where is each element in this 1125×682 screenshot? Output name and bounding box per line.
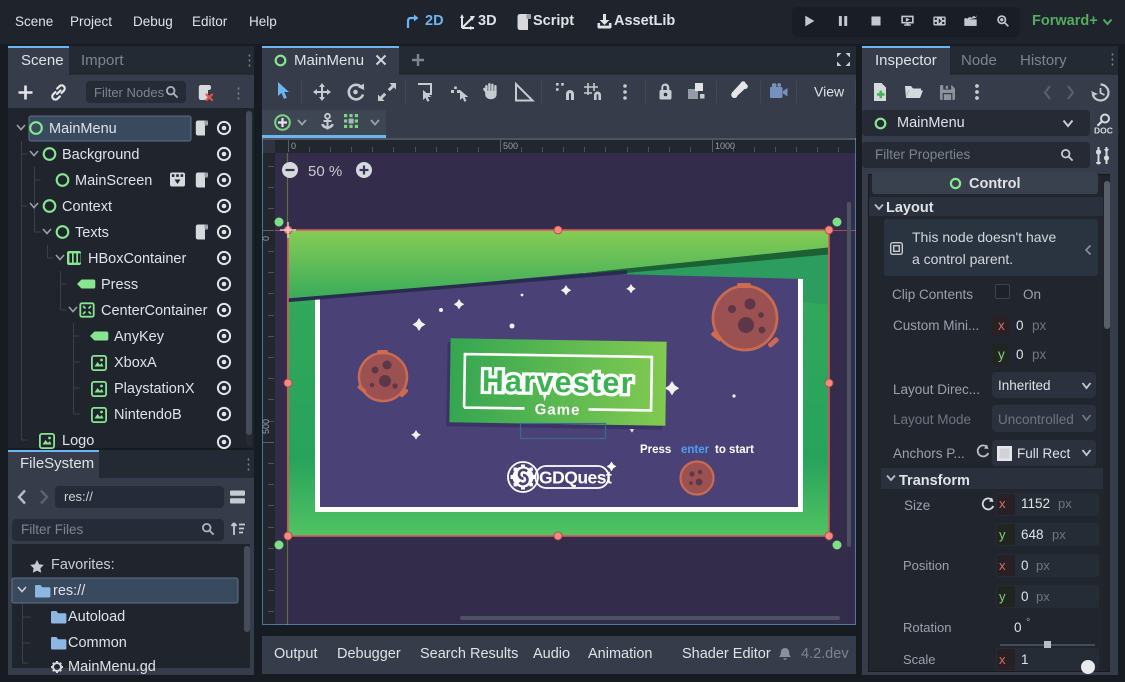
svg-text:GDQuest: GDQuest xyxy=(539,468,612,488)
svg-text:50 %: 50 % xyxy=(308,163,342,180)
svg-text:View: View xyxy=(814,84,845,100)
svg-text:1000: 1000 xyxy=(715,141,735,151)
svg-text:500: 500 xyxy=(503,141,518,151)
svg-text:to start: to start xyxy=(715,444,754,456)
svg-text:0: 0 xyxy=(291,141,296,151)
svg-text:Press: Press xyxy=(640,444,671,456)
svg-text:0: 0 xyxy=(261,236,271,241)
svg-text:enter: enter xyxy=(681,444,710,456)
svg-text:Game: Game xyxy=(535,401,581,419)
svg-text:Harvester: Harvester xyxy=(482,365,634,400)
svg-text:DOC: DOC xyxy=(1094,126,1113,136)
svg-text:500: 500 xyxy=(261,419,271,434)
